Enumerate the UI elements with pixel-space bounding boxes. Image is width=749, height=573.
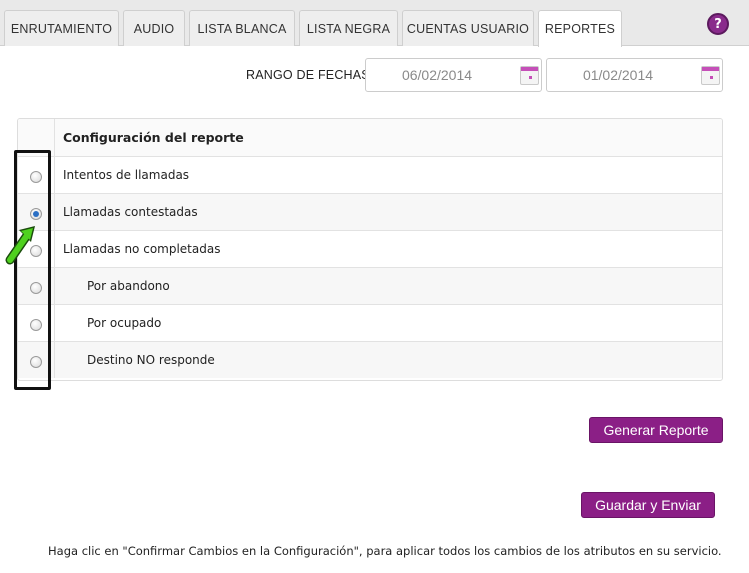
option-row-no-completadas[interactable]: Llamadas no completadas: [18, 230, 722, 267]
option-label: Destino NO responde: [87, 353, 215, 367]
calendar-icon[interactable]: [520, 66, 539, 85]
footer-note: Haga clic en "Confirmar Cambios en la Co…: [48, 544, 722, 558]
tab-audio[interactable]: AUDIO: [123, 10, 185, 46]
tab-lista-blanca[interactable]: LISTA BLANCA: [189, 10, 295, 46]
option-label: Por ocupado: [87, 316, 162, 330]
option-row-abandono[interactable]: Por abandono: [18, 267, 722, 304]
option-row-intentos[interactable]: Intentos de llamadas: [18, 156, 722, 193]
table-header-label: Configuración del reporte: [63, 130, 244, 145]
radio-cell: [18, 305, 55, 341]
help-icon: ?: [714, 16, 722, 32]
radio-llamadas-no-completadas[interactable]: [30, 244, 42, 257]
tab-lista-negra[interactable]: LISTA NEGRA: [299, 10, 398, 46]
help-button[interactable]: ?: [707, 13, 729, 35]
calendar-icon[interactable]: [701, 66, 720, 85]
option-row-no-responde[interactable]: Destino NO responde: [18, 341, 722, 378]
tab-enrutamiento[interactable]: ENRUTAMIENTO: [4, 10, 119, 46]
end-date-field[interactable]: [546, 58, 723, 92]
table-header-row: Configuración del reporte: [18, 119, 722, 156]
start-date-field[interactable]: [365, 58, 542, 92]
header-radio-cell: [18, 119, 55, 156]
tab-cuentas-usuario[interactable]: CUENTAS USUARIO: [402, 10, 534, 46]
radio-cell: [18, 231, 55, 267]
option-label: Llamadas contestadas: [63, 205, 198, 219]
radio-cell: [18, 342, 55, 378]
report-config-table: Configuración del reporte Intentos de ll…: [17, 118, 723, 381]
radio-destino-no-responde[interactable]: [30, 355, 42, 368]
end-date-input[interactable]: [548, 60, 688, 90]
tab-reportes[interactable]: REPORTES: [538, 10, 622, 47]
option-row-ocupado[interactable]: Por ocupado: [18, 304, 722, 341]
option-row-contestadas[interactable]: Llamadas contestadas: [18, 193, 722, 230]
start-date-input[interactable]: [367, 60, 507, 90]
radio-cell: [18, 268, 55, 304]
radio-por-ocupado[interactable]: [30, 318, 42, 331]
option-label: Intentos de llamadas: [63, 168, 190, 182]
radio-llamadas-contestadas[interactable]: [30, 207, 42, 220]
radio-cell: [18, 194, 55, 230]
radio-cell: [18, 157, 55, 193]
radio-intentos-de-llamadas[interactable]: [30, 170, 42, 183]
radio-por-abandono[interactable]: [30, 281, 42, 294]
option-label: Llamadas no completadas: [63, 242, 221, 256]
date-range-label: RANGO DE FECHAS:: [246, 68, 374, 82]
tab-bar: ENRUTAMIENTO AUDIO LISTA BLANCA LISTA NE…: [0, 0, 749, 47]
generate-report-button[interactable]: Generar Reporte: [589, 417, 723, 443]
save-and-send-button[interactable]: Guardar y Enviar: [581, 492, 715, 518]
option-label: Por abandono: [87, 279, 170, 293]
